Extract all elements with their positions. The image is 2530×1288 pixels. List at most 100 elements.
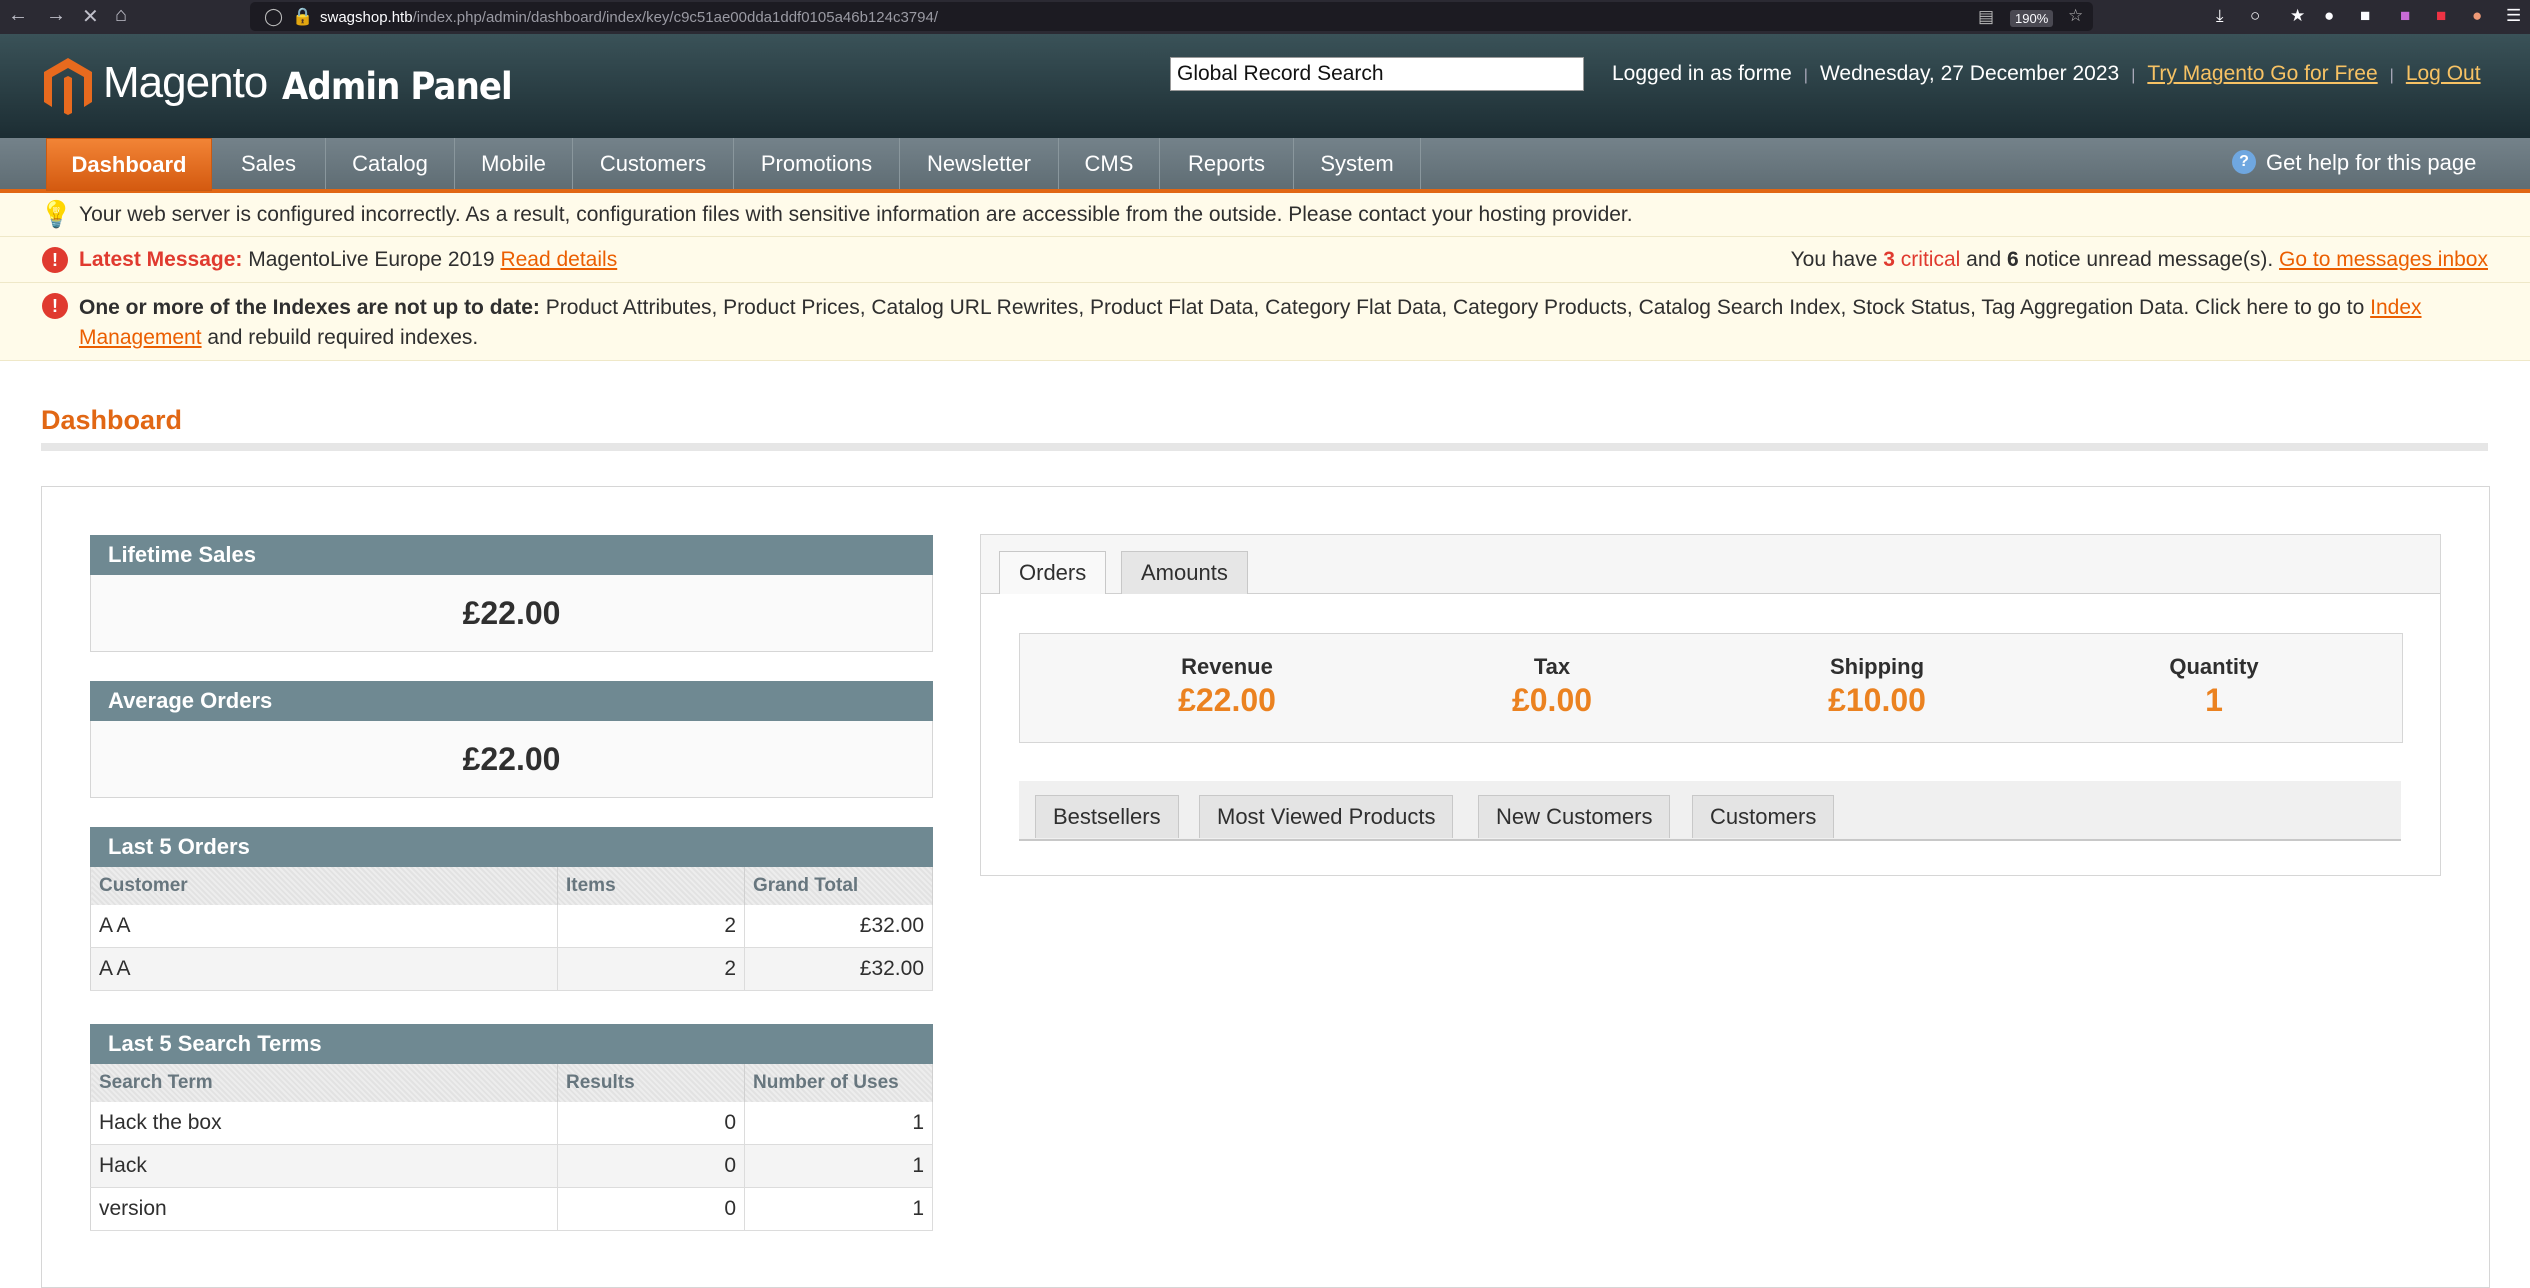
nav-sales[interactable]: Sales	[212, 138, 326, 189]
uses-cell: 1	[744, 1144, 933, 1188]
search-term-cell: Hack	[90, 1144, 558, 1188]
messages-inbox-link[interactable]: Go to messages inbox	[2279, 248, 2488, 271]
results-cell: 0	[557, 1102, 745, 1145]
nav-customers[interactable]: Customers	[573, 138, 734, 189]
last-orders-table: Customer Items Grand Total A A 2 £32.00 …	[90, 867, 933, 991]
menu-icon[interactable]: ☰	[2506, 6, 2521, 26]
forward-icon[interactable]: →	[46, 4, 66, 27]
uses-cell: 1	[744, 1187, 933, 1231]
nav-system[interactable]: System	[1294, 138, 1421, 189]
addon-icon[interactable]: ■	[2436, 6, 2446, 26]
tab-customers[interactable]: Customers	[1692, 795, 1835, 838]
title-divider	[41, 443, 2488, 451]
magento-logo-icon	[44, 58, 92, 115]
addon-icon[interactable]: ●	[2472, 6, 2482, 26]
main-nav: Dashboard Sales Catalog Mobile Customers…	[0, 138, 2530, 193]
customer-cell: A A	[90, 947, 558, 991]
help-link[interactable]: ? Get help for this page	[2232, 150, 2476, 176]
address-bar[interactable]: ◯ 🔒 swagshop.htb/index.php/admin/dashboa…	[250, 2, 2093, 31]
results-cell: 0	[557, 1144, 745, 1188]
tab-most-viewed-products[interactable]: Most Viewed Products	[1199, 795, 1454, 838]
logged-in-text: Logged in as forme	[1612, 62, 1792, 85]
last-search-terms-box: Last 5 Search Terms Search Term Results …	[90, 1024, 933, 1231]
nav-catalog[interactable]: Catalog	[326, 138, 455, 189]
table-row[interactable]: A A 2 £32.00	[90, 947, 933, 991]
column-header[interactable]: Grand Total	[744, 867, 933, 905]
last-search-terms-table: Search Term Results Number of Uses Hack …	[90, 1064, 933, 1231]
addon-icon[interactable]: ■	[2360, 6, 2370, 26]
global-search-input[interactable]	[1170, 57, 1584, 91]
nav-cms[interactable]: CMS	[1059, 138, 1160, 189]
tab-new-customers[interactable]: New Customers	[1478, 795, 1671, 838]
column-header[interactable]: Results	[557, 1064, 745, 1102]
customer-cell: A A	[90, 905, 558, 948]
nav-promotions[interactable]: Promotions	[734, 138, 900, 189]
tab-bestsellers[interactable]: Bestsellers	[1035, 795, 1179, 838]
lock-icon[interactable]: 🔒	[292, 7, 313, 27]
table-row[interactable]: Hack the box 0 1	[90, 1102, 933, 1145]
critical-count: 3	[1883, 248, 1895, 271]
shield-icon[interactable]: ◯	[264, 7, 283, 27]
last-orders-box: Last 5 Orders Customer Items Grand Total…	[90, 827, 933, 991]
grid-tabs: Bestsellers Most Viewed Products New Cus…	[1019, 781, 2401, 841]
uses-cell: 1	[744, 1102, 933, 1145]
header-links: Logged in as forme | Wednesday, 27 Decembe…	[1612, 62, 2481, 85]
column-header[interactable]: Customer	[90, 867, 558, 905]
nav-reports[interactable]: Reports	[1160, 138, 1294, 189]
chart-tabs: Orders Amounts	[981, 535, 2440, 594]
index-notice: ! One or more of the Indexes are not up …	[0, 283, 2530, 361]
logo-subtitle: Admin Panel	[282, 65, 513, 108]
total-shipping: Shipping £10.00	[1828, 654, 1926, 718]
last-orders-title: Last 5 Orders	[90, 827, 933, 867]
last-search-terms-title: Last 5 Search Terms	[90, 1024, 933, 1064]
items-cell: 2	[557, 905, 745, 948]
lifetime-sales-title: Lifetime Sales	[90, 535, 933, 575]
latest-message-label: Latest Message:	[79, 248, 243, 271]
nav-newsletter[interactable]: Newsletter	[900, 138, 1059, 189]
admin-header: Magento Admin Panel Logged in as forme|W…	[0, 34, 2530, 138]
bookmark-star-icon[interactable]: ☆	[2068, 6, 2083, 26]
extensions-icon[interactable]: ★	[2290, 6, 2305, 26]
column-header[interactable]: Search Term	[90, 1064, 558, 1102]
results-cell: 0	[557, 1187, 745, 1231]
search-term-cell: Hack the box	[90, 1102, 558, 1145]
back-icon[interactable]: ←	[8, 4, 28, 27]
downloads-icon[interactable]: ⤓	[2216, 6, 2224, 26]
error-icon: !	[42, 247, 68, 273]
search-term-cell: version	[90, 1187, 558, 1231]
lifetime-sales-box: Lifetime Sales £22.00	[90, 535, 933, 652]
totals-summary: Revenue £22.00 Tax £0.00 Shipping £10.00…	[1019, 633, 2403, 743]
tab-orders[interactable]: Orders	[999, 551, 1107, 594]
column-header[interactable]: Number of Uses	[744, 1064, 933, 1102]
total-quantity: Quantity 1	[2169, 654, 2259, 718]
table-row[interactable]: version 0 1	[90, 1187, 933, 1231]
url-text[interactable]: swagshop.htb/index.php/admin/dashboard/i…	[320, 9, 938, 26]
tab-amounts[interactable]: Amounts	[1121, 551, 1248, 594]
nav-mobile[interactable]: Mobile	[455, 138, 573, 189]
read-details-link[interactable]: Read details	[500, 248, 617, 271]
items-cell: 2	[557, 947, 745, 991]
try-magento-link[interactable]: Try Magento Go for Free	[2147, 62, 2377, 85]
zoom-badge[interactable]: 190%	[2010, 10, 2054, 27]
table-row[interactable]: Hack 0 1	[90, 1144, 933, 1188]
logo-text: Magento	[103, 58, 268, 107]
grand-total-cell: £32.00	[744, 947, 933, 991]
total-tax: Tax £0.00	[1511, 654, 1593, 718]
reader-view-icon[interactable]: ▤	[1978, 7, 1994, 27]
table-row[interactable]: A A 2 £32.00	[90, 905, 933, 948]
unread-summary: You have 3 critical and 6 notice unread …	[1790, 248, 2488, 271]
current-date: Wednesday, 27 December 2023	[1819, 62, 2120, 85]
stop-loading-icon[interactable]: ✕	[82, 4, 99, 29]
column-header[interactable]: Items	[557, 867, 745, 905]
nav-dashboard[interactable]: Dashboard	[46, 138, 212, 191]
total-revenue: Revenue £22.00	[1178, 654, 1276, 718]
home-icon[interactable]: ⌂	[115, 4, 127, 27]
logout-link[interactable]: Log Out	[2406, 62, 2481, 85]
addon-icon[interactable]: ●	[2324, 6, 2334, 26]
pocket-icon[interactable]: ○	[2250, 6, 2260, 26]
grand-total-cell: £32.00	[744, 905, 933, 948]
latest-message-text: MagentoLive Europe 2019	[248, 248, 495, 271]
help-icon: ?	[2232, 150, 2256, 174]
average-orders-box: Average Orders £22.00	[90, 681, 933, 798]
addon-icon[interactable]: ■	[2400, 6, 2410, 26]
